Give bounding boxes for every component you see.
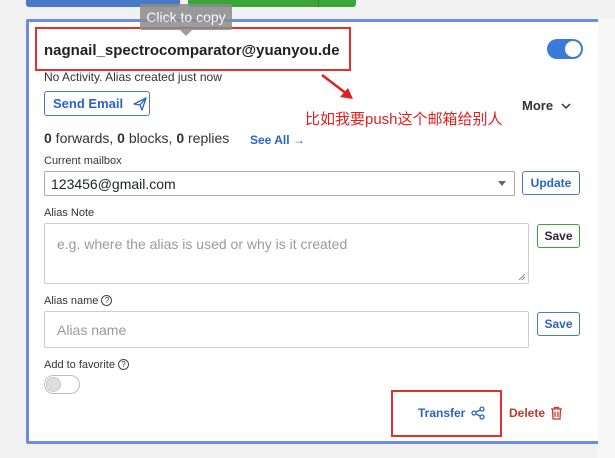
mailbox-value: 123456@gmail.com [51, 175, 176, 192]
blocks-count: 0 [117, 130, 125, 146]
delete-label: Delete [509, 406, 546, 420]
annotation-arrow-icon [321, 74, 353, 99]
copy-tooltip: Click to copy [140, 4, 232, 36]
alias-name-label: Alias name [44, 295, 99, 307]
alias-note-label: Alias Note [44, 207, 95, 219]
alias-note-placeholder: e.g. where the alias is used or why is i… [57, 236, 348, 252]
favorite-label: Add to favorite [44, 359, 115, 371]
favorite-label-wrap: Add to favorite? [44, 359, 129, 371]
split-divider [318, 0, 319, 7]
alias-name-label-wrap: Alias name? [44, 295, 113, 307]
alias-card: nagnail_spectrocomparator@yuanyou.de No … [26, 19, 602, 444]
save-note-button[interactable]: Save [537, 224, 580, 248]
more-label: More [522, 98, 554, 113]
chevron-down-icon [561, 103, 571, 110]
side-panel-edge [598, 19, 615, 458]
alias-email[interactable]: nagnail_spectrocomparator@yuanyou.de [44, 42, 340, 59]
alias-name-input[interactable]: Alias name [44, 311, 529, 348]
resize-grip-icon[interactable] [518, 273, 526, 281]
save-name-button[interactable]: Save [537, 312, 580, 336]
mailbox-select[interactable]: 123456@gmail.com [44, 171, 515, 196]
help-icon[interactable]: ? [101, 295, 113, 306]
forwards-count: 0 [44, 130, 52, 146]
forwards-label: forwards, [51, 130, 118, 146]
alias-enabled-toggle[interactable] [547, 39, 583, 59]
send-email-label: Send Email [53, 96, 124, 111]
favorite-toggle[interactable] [44, 375, 80, 394]
dropdown-caret-icon [498, 181, 506, 186]
toggle-knob [565, 41, 581, 57]
replies-count: 0 [176, 130, 185, 146]
delete-button[interactable]: Delete [509, 406, 563, 420]
replies-label: replies [184, 130, 230, 146]
alias-name-placeholder: Alias name [57, 321, 127, 338]
more-menu[interactable]: More [522, 98, 571, 113]
activity-status: No Activity. Alias created just now [44, 70, 222, 84]
send-email-button[interactable]: Send Email [44, 91, 150, 116]
blocks-label: blocks, [124, 130, 177, 146]
transfer-label: Transfer [418, 406, 466, 420]
see-all-link[interactable]: See All → [250, 133, 305, 147]
annotation-note: 比如我要push这个邮箱给别人 [305, 111, 503, 128]
share-icon [471, 406, 486, 420]
alias-note-textarea[interactable]: e.g. where the alias is used or why is i… [44, 223, 529, 284]
help-icon[interactable]: ? [117, 359, 129, 370]
update-button[interactable]: Update [522, 171, 580, 195]
alias-stats: 0 forwards, 0 blocks, 0 replies [44, 130, 229, 146]
mailbox-label: Current mailbox [44, 155, 122, 167]
transfer-button[interactable]: Transfer [418, 406, 486, 420]
toggle-knob [46, 377, 61, 392]
trash-icon [551, 406, 563, 420]
send-icon [133, 96, 147, 111]
